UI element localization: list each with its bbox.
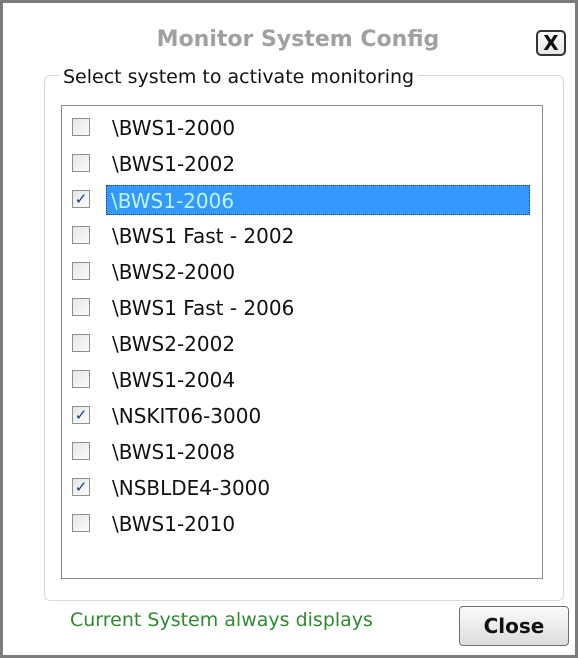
checkbox-unchecked[interactable] (72, 154, 90, 172)
checkbox-unchecked[interactable] (72, 298, 90, 316)
system-label[interactable]: \NSBLDE4-3000 (108, 473, 274, 503)
checkbox-checked[interactable]: ✓ (72, 190, 90, 208)
monitor-config-dialog: Monitor System Config X Select system to… (23, 13, 571, 647)
system-listbox[interactable]: \BWS1-2000 \BWS1-2002 ✓ \BWS1-2006 \BWS1 Fas… (61, 105, 543, 579)
status-text: Current System always displays (70, 609, 373, 631)
system-list-item[interactable]: \BWS2-2000 (62, 254, 542, 290)
system-label[interactable]: \BWS1-2004 (108, 365, 239, 395)
dialog-title: Monitor System Config (156, 27, 440, 52)
system-list-item[interactable]: \BWS1 Fast - 2002 (62, 218, 542, 254)
system-list-item[interactable]: \BWS1-2000 (62, 110, 542, 146)
group-label: Select system to activate monitoring (59, 66, 419, 88)
checkmark-icon: ✓ (74, 189, 88, 208)
checkmark-icon: ✓ (74, 477, 88, 496)
system-label[interactable]: \BWS1 Fast - 2006 (108, 293, 298, 323)
system-label[interactable]: \BWS1 Fast - 2002 (108, 221, 298, 251)
checkbox-checked[interactable]: ✓ (72, 406, 90, 424)
system-list-item[interactable]: \BWS1 Fast - 2006 (62, 290, 542, 326)
system-label[interactable]: \NSKIT06-3000 (108, 401, 265, 431)
checkbox-unchecked[interactable] (72, 118, 90, 136)
checkmark-icon: ✓ (74, 405, 88, 424)
close-x-icon[interactable]: X (536, 30, 566, 56)
system-label[interactable]: \BWS2-2000 (108, 257, 239, 287)
system-list-item[interactable]: \BWS1-2004 (62, 362, 542, 398)
system-list-item[interactable]: \BWS1-2008 (62, 434, 542, 470)
window-frame: Monitor System Config X Select system to… (0, 0, 578, 658)
system-list-item[interactable]: \BWS2-2002 (62, 326, 542, 362)
system-list-item[interactable]: ✓ \NSBLDE4-3000 (62, 470, 542, 506)
checkbox-unchecked[interactable] (72, 226, 90, 244)
system-list-item[interactable]: \BWS1-2002 (62, 146, 542, 182)
system-list-item[interactable]: ✓ \BWS1-2006 (62, 182, 542, 218)
system-label[interactable]: \BWS1-2006 (106, 185, 530, 215)
checkbox-unchecked[interactable] (72, 514, 90, 532)
checkbox-unchecked[interactable] (72, 262, 90, 280)
checkbox-unchecked[interactable] (72, 370, 90, 388)
checkbox-checked[interactable]: ✓ (72, 478, 90, 496)
system-label[interactable]: \BWS1-2002 (108, 149, 239, 179)
close-button[interactable]: Close (459, 606, 569, 646)
system-label[interactable]: \BWS2-2002 (108, 329, 239, 359)
system-label[interactable]: \BWS1-2000 (108, 113, 239, 143)
system-list-item[interactable]: \BWS1-2010 (62, 506, 542, 542)
system-label[interactable]: \BWS1-2008 (108, 437, 239, 467)
system-list-item[interactable]: ✓ \NSKIT06-3000 (62, 398, 542, 434)
checkbox-unchecked[interactable] (72, 442, 90, 460)
system-label[interactable]: \BWS1-2010 (108, 509, 239, 539)
checkbox-unchecked[interactable] (72, 334, 90, 352)
